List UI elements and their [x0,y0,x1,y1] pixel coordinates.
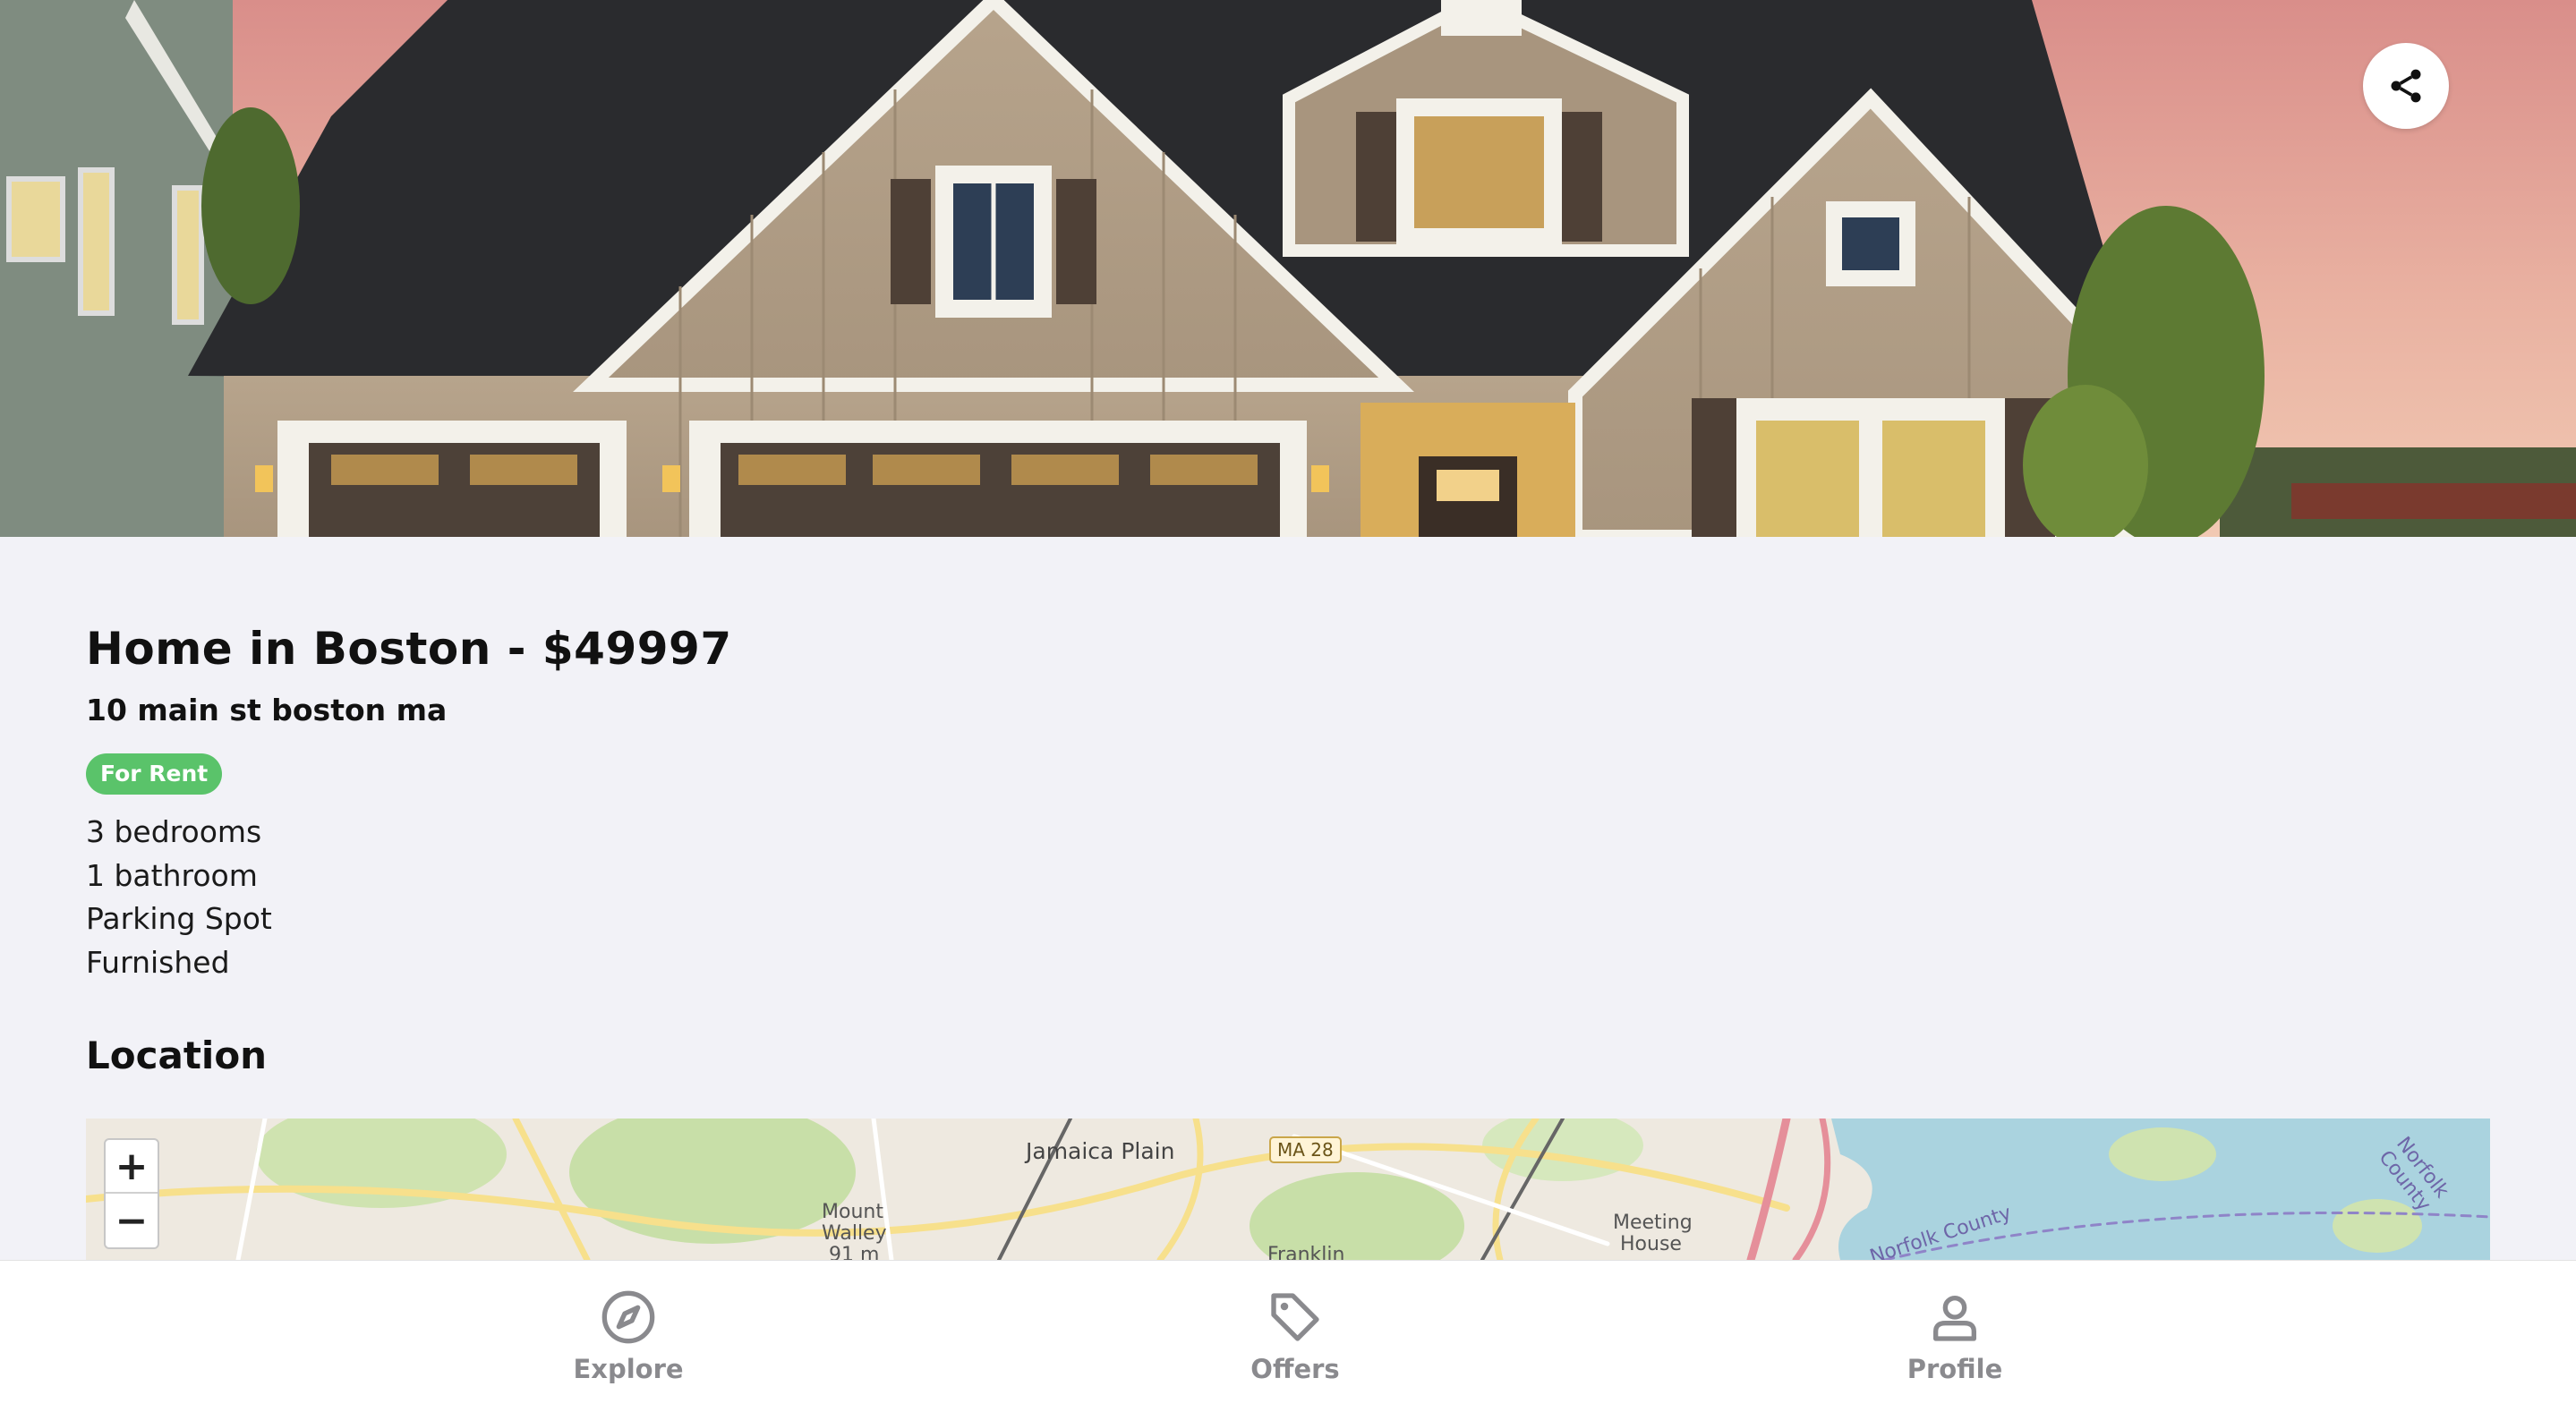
location-map[interactable]: Jamaica Plain Mount Walley 91 m Meeting … [86,1119,2490,1260]
house-photo [0,0,2576,537]
feature-bathrooms: 1 bathroom [86,857,258,893]
map-label: Jamaica Plain [1026,1138,1175,1164]
feature-parking: Parking Spot [86,901,272,936]
share-icon [2391,69,2421,103]
map-label: 91 m [829,1244,880,1260]
bottom-tab-bar: Explore Offers Profile [0,1260,2576,1412]
share-button[interactable] [2363,43,2449,129]
feature-bedrooms: 3 bedrooms [86,814,262,849]
tab-label: Offers [1250,1354,1340,1384]
person-icon [1933,1296,1976,1341]
route-shield: MA 28 [1269,1136,1342,1163]
location-heading: Location [86,1033,268,1077]
map-zoom-control: + − [104,1138,159,1249]
map-label: Franklin [1267,1244,1345,1260]
listing-hero-image [0,0,2576,537]
tab-label: Profile [1906,1354,2003,1384]
status-badge: For Rent [86,753,223,795]
map-label: House [1620,1233,1682,1255]
zoom-in-button[interactable]: + [106,1140,158,1194]
tab-profile[interactable]: Profile [1856,1286,2053,1384]
map-label: Mount [822,1201,883,1223]
tag-icon [1271,1293,1319,1341]
listing-details: Home in Boston - $49997 10 main st bosto… [86,617,2503,1081]
feature-list: 3 bedrooms 1 bathroom Parking Spot Furni… [86,811,2503,984]
tab-explore[interactable]: Explore [530,1286,727,1384]
listing-title: Home in Boston - $49997 [86,623,732,675]
tab-label: Explore [573,1354,684,1384]
feature-furnished: Furnished [86,944,230,980]
compass-icon [601,1290,655,1344]
tab-offers[interactable]: Offers [1197,1286,1394,1384]
map-label: Walley [822,1222,887,1245]
map-label: Meeting [1613,1212,1693,1234]
zoom-out-button[interactable]: − [106,1194,158,1247]
listing-address: 10 main st boston ma [86,693,448,727]
